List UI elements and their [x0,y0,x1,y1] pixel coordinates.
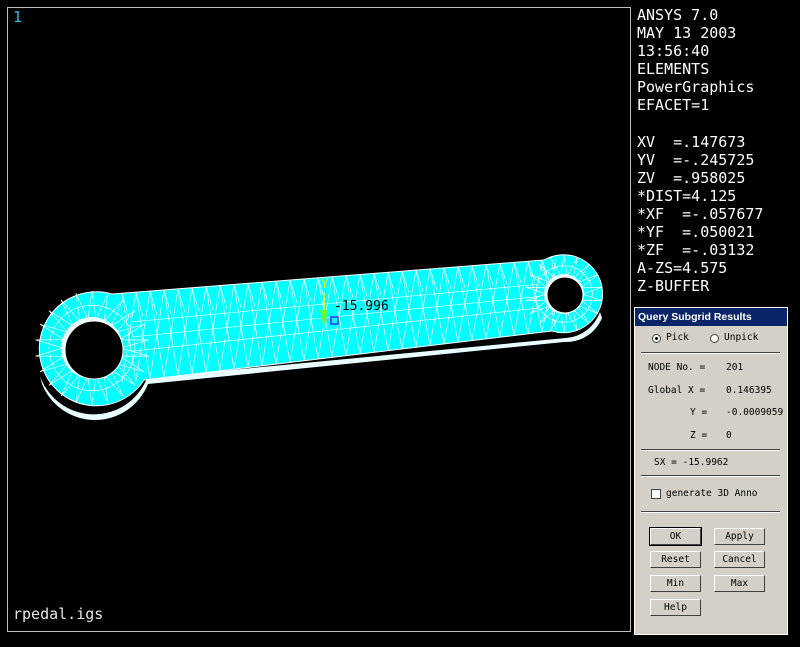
graphics-viewport[interactable]: Y -15.996 1 rpedal.igs [7,7,631,632]
info-line: ZV =.958025 [637,168,746,187]
node-value: 201 [726,362,744,373]
y-label: Y = [690,407,708,418]
pick-radio[interactable] [652,334,661,343]
info-line: ELEMENTS [637,60,710,79]
info-line [637,115,763,133]
reset-button[interactable]: Reset [650,551,701,568]
z-value: 0 [726,430,732,441]
info-line: MAY 13 2003 [637,24,737,43]
triad-y-label: Y [321,277,329,291]
separator [641,449,780,451]
separator [641,475,780,477]
info-line: *DIST=4.125 [637,186,737,205]
info-line: XV =.147673 [637,132,746,151]
global-x-value: 0.146395 [726,385,772,396]
generate-anno-label: generate 3D Anno [666,488,758,499]
info-line: PowerGraphics [637,78,755,97]
info-line: *YF =.050021 [637,223,755,242]
annotation-value: -15.996 [334,299,389,314]
result-text: SX = -15.9962 [654,457,729,468]
window-number: 1 [13,8,23,26]
unpick-radio[interactable] [710,334,719,343]
cancel-button[interactable]: Cancel [714,551,765,568]
dialog-title: Query Subgrid Results [635,308,787,326]
node-label: NODE No. = [648,362,706,373]
info-line: 13:56:40 [637,42,710,61]
info-line: ANSYS 7.0 [637,6,719,24]
ok-button[interactable]: OK [649,527,702,546]
separator [641,511,780,513]
info-line: YV =-.245725 [637,150,755,169]
separator [641,352,780,354]
y-value: -0.0009059 [726,407,784,418]
generate-anno-checkbox[interactable] [651,489,661,499]
info-line: *ZF =-.03132 [637,241,755,260]
z-label: Z = [690,430,708,441]
info-line: *XF =-.057677 [637,205,764,224]
max-button[interactable]: Max [714,575,765,592]
apply-button[interactable]: Apply [714,528,765,545]
model-filename: rpedal.igs [13,605,104,623]
mesh-plot[interactable]: Y -15.996 [8,8,630,631]
info-line: Z-BUFFER [637,277,710,296]
info-line: EFACET=1 [637,96,710,115]
left-hole [64,320,124,380]
min-button[interactable]: Min [650,575,701,592]
info-line: A-ZS=4.575 [637,259,728,278]
query-subgrid-dialog[interactable]: Query Subgrid Results Pick Unpick NODE N… [634,307,788,635]
unpick-label: Unpick [724,332,759,343]
help-button[interactable]: Help [650,599,701,616]
pick-label: Pick [666,332,689,343]
right-hole [546,276,584,314]
global-x-label: Global X = [648,385,706,396]
view-info-panel: ANSYS 7.0 MAY 13 2003 13:56:40 ELEMENTS Powe… [637,6,763,296]
